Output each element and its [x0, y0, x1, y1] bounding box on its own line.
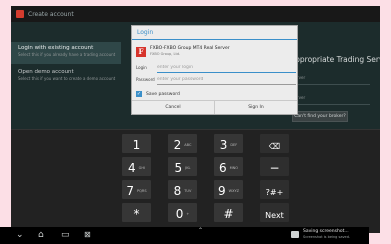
server-name: FXBO-FXBO Group MT4 Real Server	[150, 46, 230, 51]
backspace-icon: ⌫	[268, 142, 281, 151]
app-title: Create account	[28, 10, 74, 18]
login-input[interactable]	[157, 63, 296, 73]
key-star[interactable]: *	[122, 203, 151, 222]
key-0[interactable]: 0 +	[168, 203, 197, 222]
key-1[interactable]: 1	[122, 134, 151, 153]
key-6[interactable]: 6 MNO	[214, 157, 243, 176]
option-title: Open demo account	[18, 69, 74, 75]
server-field-divider	[292, 84, 370, 85]
password-label: Password	[136, 77, 155, 82]
key-8[interactable]: 8 TUV	[168, 180, 197, 199]
back-icon[interactable]: ⌄	[16, 229, 24, 241]
key-4[interactable]: 4 GHI	[122, 157, 151, 176]
sign-in-button[interactable]: Sign In	[215, 101, 297, 114]
server-info: F FXBO-FXBO Group MT4 Real Server FXBO G…	[136, 45, 294, 59]
numeric-keyboard: 1 2 ABC 3 DEF ⌫ 4 GHI 5 JKL 6 MNO − 7 PQRS 8 TU…	[11, 129, 380, 233]
recent-apps-icon[interactable]: ▭	[61, 229, 70, 241]
save-password-checkbox[interactable]: ✓	[136, 91, 142, 97]
chevron-up-icon: ⌃	[198, 227, 204, 234]
key-7[interactable]: 7 PQRS	[122, 180, 151, 199]
broker-logo-icon: F	[136, 47, 146, 57]
notification-subtitle: Screenshot is being saved.	[303, 235, 351, 239]
app-titlebar: Create account	[11, 6, 380, 22]
trading-server-heading: Appropriate Trading Server	[290, 55, 380, 64]
home-icon[interactable]: ⌂	[38, 229, 44, 241]
login-dialog: Login F FXBO-FXBO Group MT4 Real Server …	[131, 25, 298, 115]
image-icon	[291, 231, 299, 238]
save-password-row[interactable]: ✓ Save password	[136, 90, 180, 98]
login-existing-account-option[interactable]: Login with existing account Select this …	[11, 42, 121, 64]
cant-find-broker-button[interactable]: Can't find your broker?	[292, 111, 348, 122]
key-hash[interactable]: #	[214, 203, 243, 222]
next-key[interactable]: Next	[260, 203, 289, 222]
login-field-row: Login	[136, 63, 296, 74]
password-input[interactable]	[157, 75, 296, 85]
key-3[interactable]: 3 DEF	[214, 134, 243, 153]
dialog-title: Login	[132, 26, 297, 40]
symbols-key[interactable]: ?#+	[260, 180, 289, 199]
save-password-label: Save password	[146, 91, 180, 97]
key-9[interactable]: 9 WXYZ	[214, 180, 243, 199]
system-navigation-bar: ⌄ ⌂ ▭ ⊠ ⌃ Saving screenshot... Screensho…	[0, 227, 369, 244]
key-5[interactable]: 5 JKL	[168, 157, 197, 176]
dialog-button-bar: Cancel Sign In	[132, 100, 297, 114]
server-field-divider	[292, 104, 370, 105]
notification-title: Saving screenshot...	[303, 229, 349, 234]
key-minus[interactable]: −	[260, 157, 289, 176]
server-description: FXBO Group, Ltd.	[150, 52, 181, 56]
password-field-row: Password	[136, 75, 296, 86]
screenshot-icon[interactable]: ⊠	[84, 229, 91, 241]
cancel-button[interactable]: Cancel	[132, 101, 215, 114]
key-2[interactable]: 2 ABC	[168, 134, 197, 153]
option-subtitle: Select this if you already have a tradin…	[18, 52, 116, 57]
screenshot-notification[interactable]: Saving screenshot... Screenshot is being…	[291, 229, 371, 241]
login-label: Login	[136, 65, 147, 70]
option-subtitle: Select this if you want to create a demo…	[18, 76, 116, 81]
backspace-key[interactable]: ⌫	[260, 134, 289, 153]
open-demo-account-option[interactable]: Open demo account Select this if you wan…	[11, 66, 121, 88]
app-window: Create account Login with existing accou…	[11, 6, 380, 233]
option-title: Login with existing account	[18, 45, 94, 51]
device-screen: Create account Login with existing accou…	[0, 0, 391, 244]
app-logo-icon	[16, 10, 24, 18]
